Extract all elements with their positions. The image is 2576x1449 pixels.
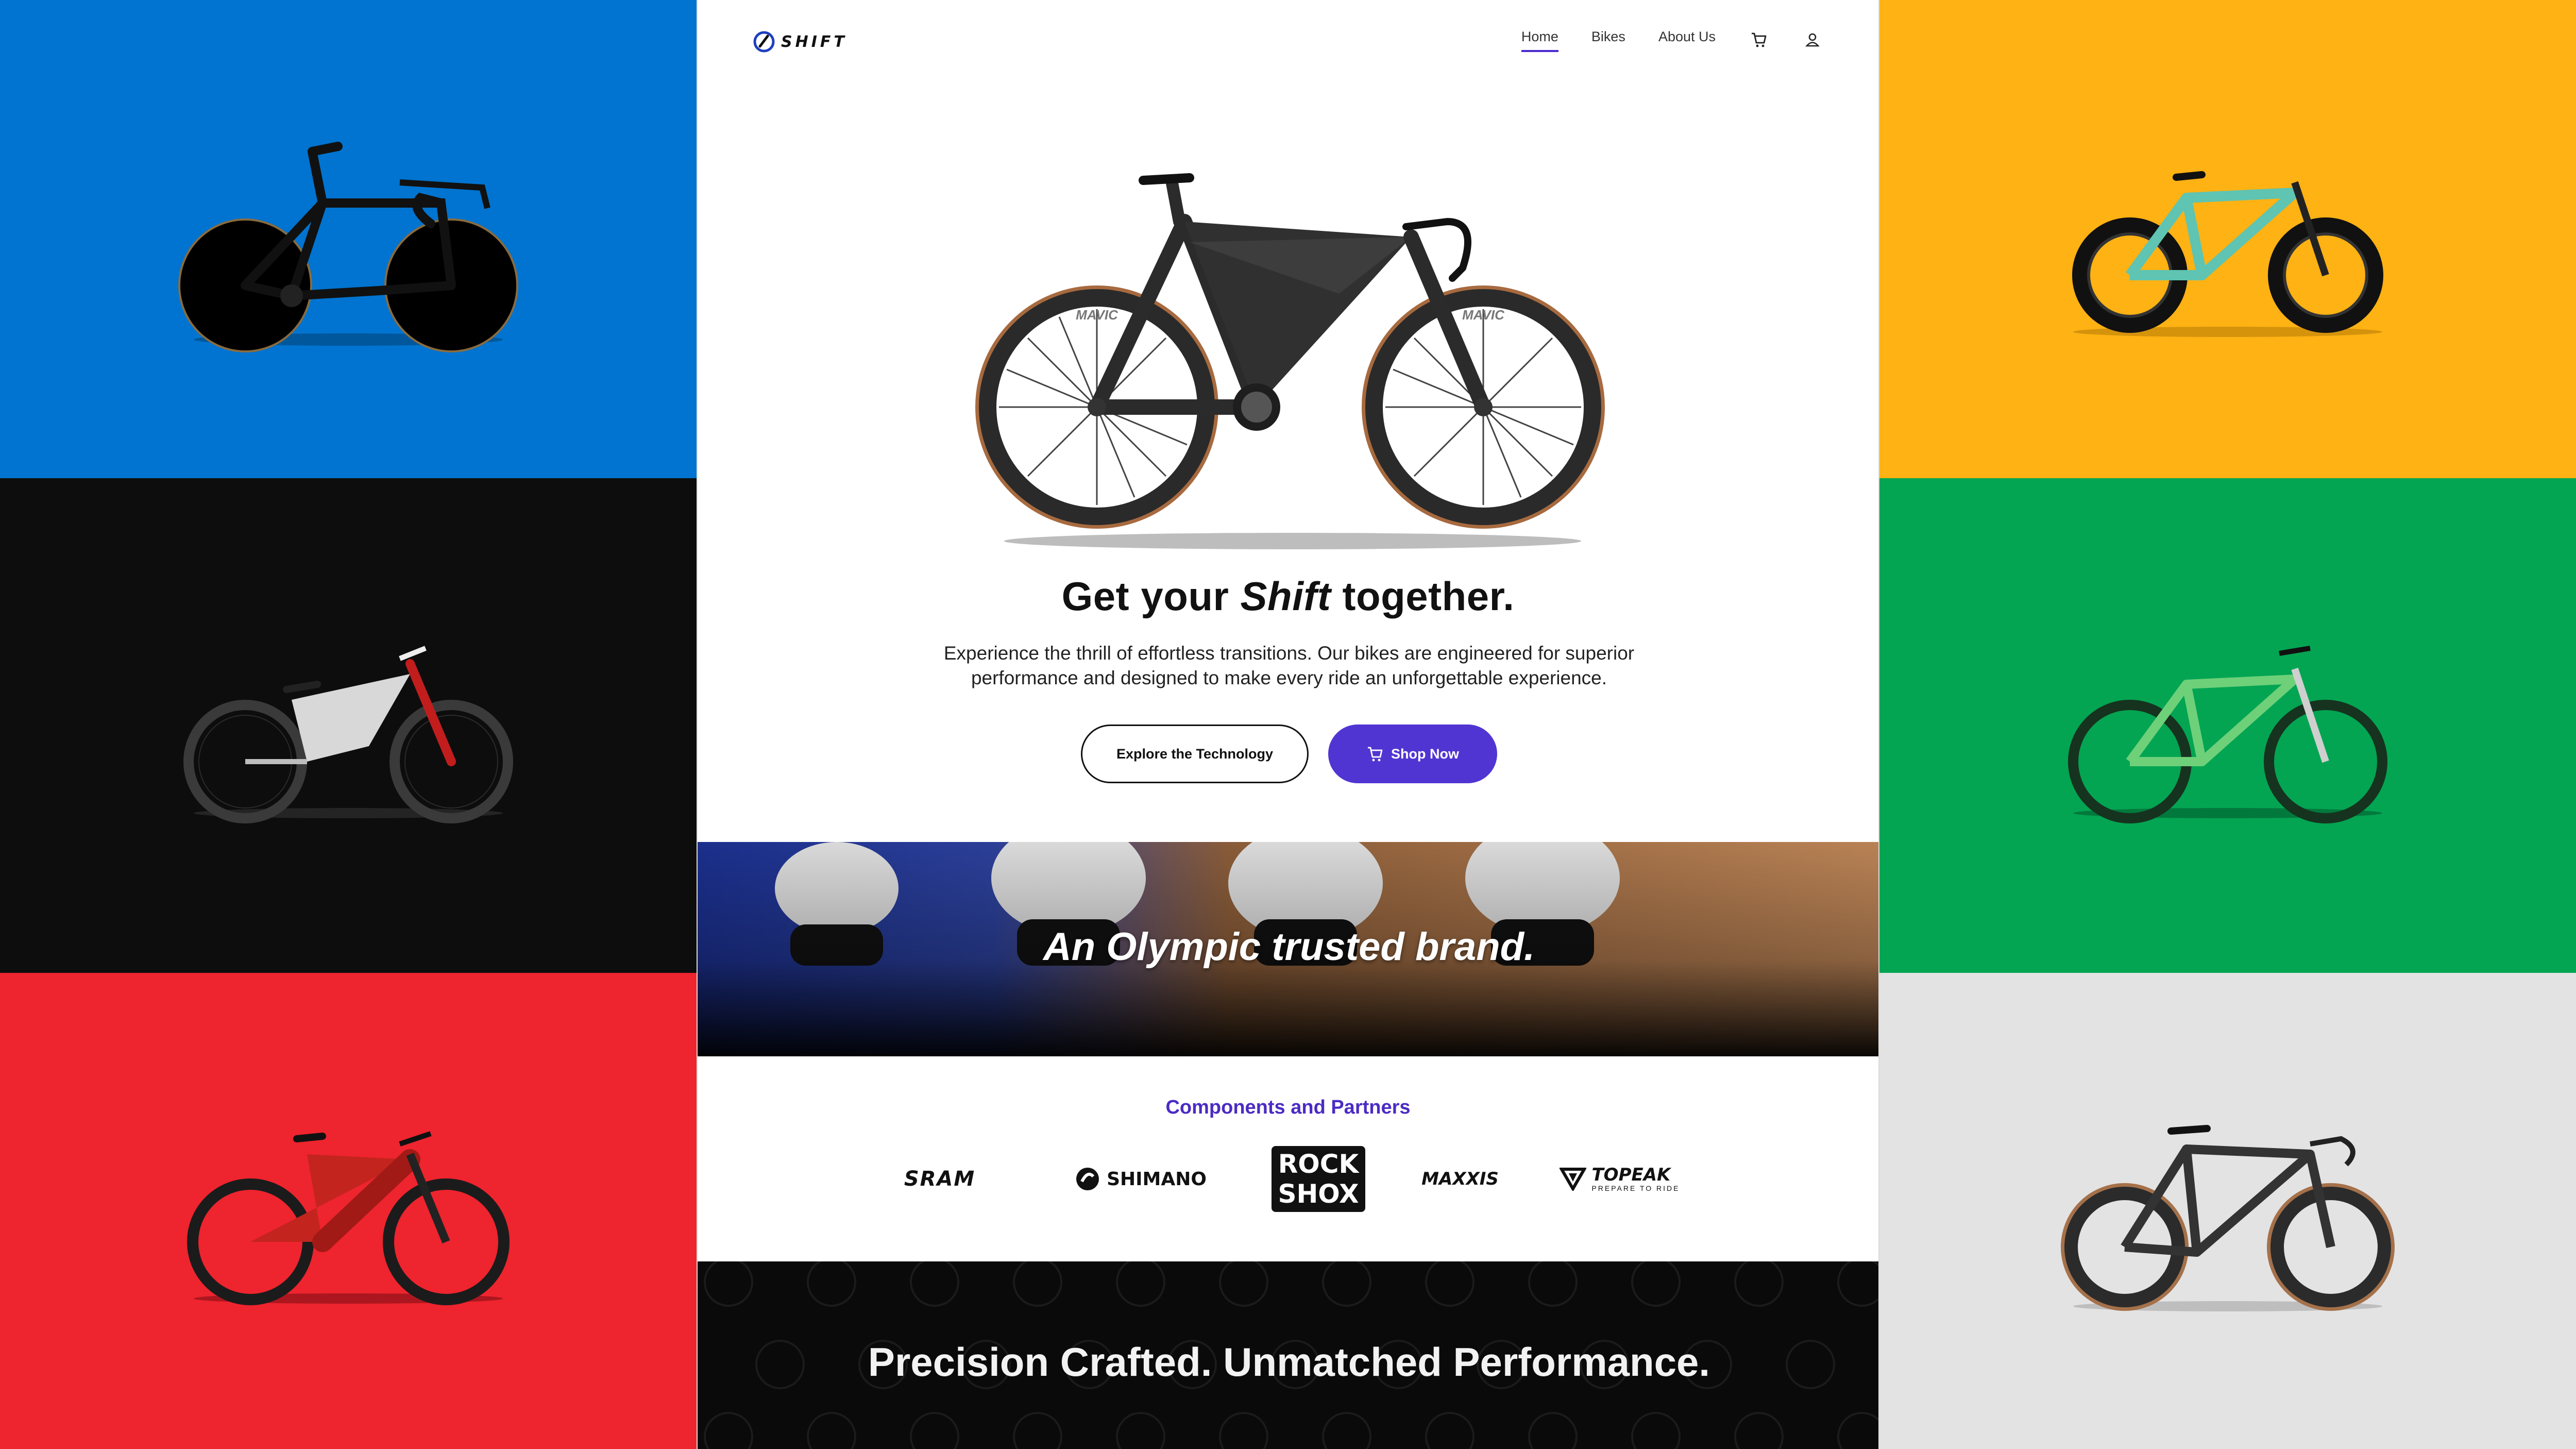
rockshox-badge: ROCK SHOX [1272, 1146, 1365, 1212]
topeak-logo[interactable]: TOPEAK PREPARE TO RIDE [1548, 1143, 1692, 1215]
brand-name: SHIFT [781, 32, 848, 51]
front-tire-brand: MAVIC [1076, 307, 1118, 323]
hero-bike-image: MAVIC MAVIC [975, 173, 1605, 549]
black-panel [0, 478, 697, 973]
headline-prefix: Get your [1061, 574, 1241, 619]
topeak-text: TOPEAK PREPARE TO RIDE [1591, 1166, 1680, 1192]
cart-icon[interactable] [1749, 29, 1769, 50]
topeak-tagline: PREPARE TO RIDE [1591, 1184, 1680, 1192]
maxxis-wordmark: MAXXIS [1421, 1169, 1499, 1189]
brand-logo[interactable]: SHIFT [753, 31, 848, 53]
shop-now-button[interactable]: Shop Now [1328, 724, 1497, 783]
olympic-tagline: An Olympic trusted brand. [1043, 925, 1535, 969]
headline-emphasis: Shift [1240, 574, 1331, 619]
red-panel [0, 973, 697, 1449]
rear-tire-brand: MAVIC [1462, 307, 1505, 323]
gray-panel [1879, 973, 2576, 1449]
partners-title: Components and Partners [1165, 1097, 1411, 1118]
road-bike-image [2061, 1125, 2395, 1311]
shimano-wordmark: SHIMANO [1107, 1168, 1207, 1190]
top-nav: SHIFT Home Bikes About Us [698, 0, 1878, 88]
rockshox-top: ROCK [1278, 1149, 1359, 1179]
rockshox-bottom: SHOX [1278, 1179, 1359, 1209]
website-preview: SHIFT Home Bikes About Us MAVIC MAVIC Ge… [697, 0, 1879, 1449]
nav-about[interactable]: About Us [1658, 29, 1716, 50]
hero-subtext: Experience the thrill of effortless tran… [943, 643, 1635, 688]
shop-button-label: Shop Now [1391, 746, 1459, 762]
explore-technology-button[interactable]: Explore the Technology [1081, 724, 1309, 783]
footer-banner: Precision Crafted. Unmatched Performance… [698, 1261, 1878, 1449]
explore-button-label: Explore the Technology [1116, 746, 1274, 762]
olympic-banner: An Olympic trusted brand. [698, 842, 1878, 1056]
sram-logo[interactable]: SRAM [883, 1143, 996, 1215]
yellow-panel [1879, 0, 2576, 478]
topeak-wordmark: TOPEAK [1591, 1165, 1671, 1185]
partners-logos: SRAM SHIMANO ROCK SHOX MAXXIS TOPEAK PRE… [698, 1143, 1878, 1215]
fat-bike-image [2072, 171, 2383, 337]
headline-suffix: together. [1331, 574, 1515, 619]
dirt-jump-bike-image [2068, 646, 2387, 823]
e-mtb-bike-image [187, 1131, 510, 1305]
downhill-bike-image [183, 646, 513, 823]
topeak-mark-icon [1560, 1168, 1587, 1191]
maxxis-logo[interactable]: MAXXIS [1409, 1143, 1512, 1215]
sram-wordmark: SRAM [904, 1167, 976, 1191]
hero-headline: Get your Shift together. [698, 573, 1878, 620]
green-panel [1879, 478, 2576, 973]
shift-logo-icon [753, 31, 775, 53]
track-bike-image [178, 142, 518, 352]
blue-panel [0, 0, 697, 478]
rockshox-logo[interactable]: ROCK SHOX [1272, 1143, 1365, 1215]
footer-tagline: Precision Crafted. Unmatched Performance… [868, 1339, 1710, 1385]
shimano-mark-icon [1076, 1168, 1099, 1190]
nav-bikes[interactable]: Bikes [1591, 29, 1625, 50]
user-icon[interactable] [1802, 29, 1823, 50]
nav-home[interactable]: Home [1521, 29, 1558, 52]
cart-icon [1368, 747, 1383, 762]
nav-links: Home Bikes About Us [1521, 29, 1823, 52]
shimano-logo[interactable]: SHIMANO [1063, 1143, 1218, 1215]
